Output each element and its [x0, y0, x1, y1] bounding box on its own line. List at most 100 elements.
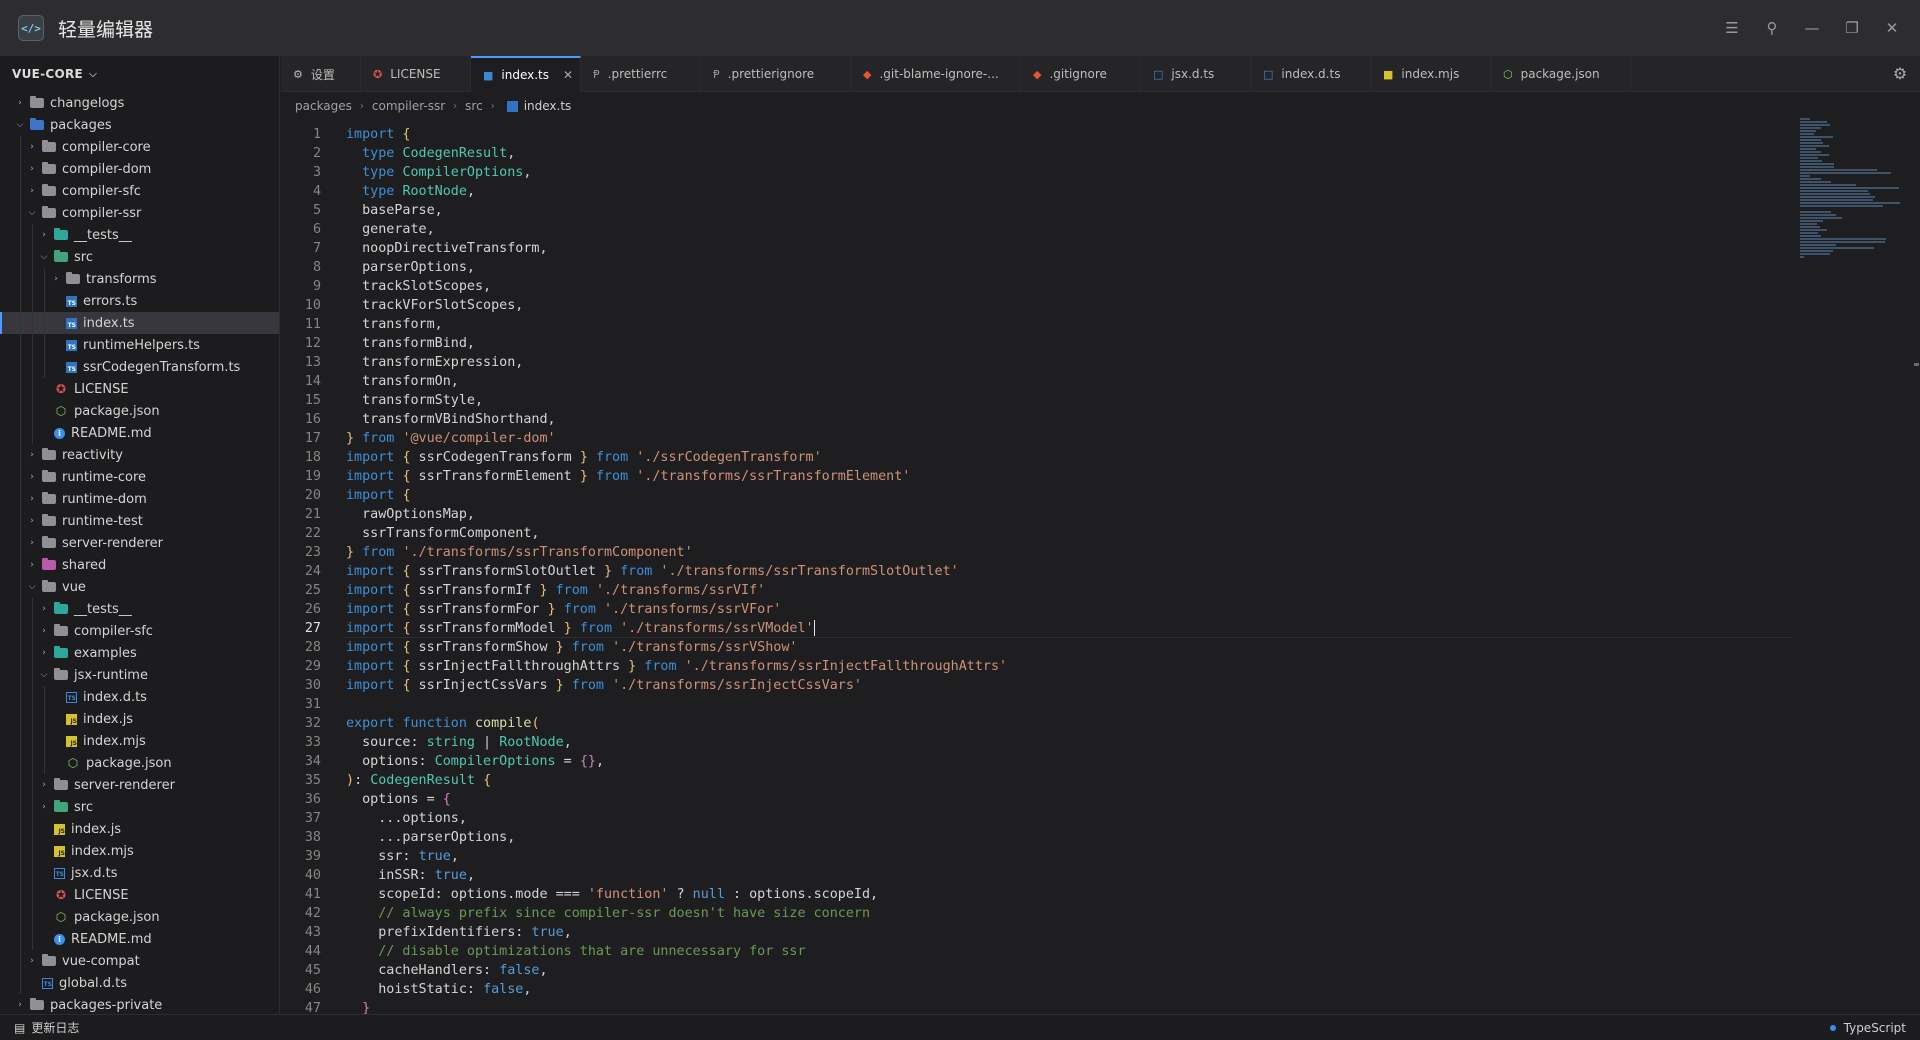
code-line[interactable]: 36 options = { — [281, 790, 1792, 809]
code-line[interactable]: 45 cacheHandlers: false, — [281, 961, 1792, 980]
code-line[interactable]: 27 import { ssrTransformModel } from './t… — [281, 619, 1792, 638]
tree-item[interactable]: › runtime-dom — [0, 488, 279, 510]
tree-item[interactable]: › packages-private — [0, 994, 279, 1014]
editor-tab[interactable]: ✪ LICENSE — [361, 56, 471, 92]
chevron-right-icon[interactable]: › — [26, 186, 38, 196]
editor-tab[interactable]: ■ index.ts ✕ — [471, 56, 581, 92]
code-line[interactable]: 12 transformBind, — [281, 334, 1792, 353]
tree-item[interactable]: TS errors.ts — [0, 290, 279, 312]
tree-item[interactable]: ⬡ package.json — [0, 752, 279, 774]
vertical-scrollbar[interactable] — [1912, 118, 1920, 1014]
chevron-down-icon[interactable]: ⌵ — [14, 120, 26, 130]
code-line[interactable]: 47 } — [281, 999, 1792, 1014]
code-line[interactable]: 30 import { ssrInjectCssVars } from './tr… — [281, 676, 1792, 695]
code-line[interactable]: 26 import { ssrTransformFor } from './tra… — [281, 600, 1792, 619]
tree-item[interactable]: ⬡ package.json — [0, 906, 279, 928]
editor-tab[interactable]: Ᵽ .prettierignore — [701, 56, 851, 92]
tree-item[interactable]: › __tests__ — [0, 224, 279, 246]
code-line[interactable]: 39 ssr: true, — [281, 847, 1792, 866]
code-line[interactable]: 25 import { ssrTransformIf } from './tran… — [281, 581, 1792, 600]
code-line[interactable]: 21 rawOptionsMap, — [281, 505, 1792, 524]
code-line[interactable]: 23} from './transforms/ssrTransformCompo… — [281, 543, 1792, 562]
language-mode[interactable]: TypeScript — [1829, 1021, 1906, 1035]
chevron-right-icon[interactable]: › — [38, 648, 50, 658]
tree-item[interactable]: ⌵ jsx-runtime — [0, 664, 279, 686]
breadcrumb-item[interactable]: src — [465, 99, 483, 113]
code-line[interactable]: 33 source: string | RootNode, — [281, 733, 1792, 752]
chevron-right-icon[interactable]: › — [38, 604, 50, 614]
code-line[interactable]: 9 trackSlotScopes, — [281, 277, 1792, 296]
code-line[interactable]: 2 type CodegenResult, — [281, 144, 1792, 163]
code-line[interactable]: 19 import { ssrTransformElement } from '.… — [281, 467, 1792, 486]
code-line[interactable]: 14 transformOn, — [281, 372, 1792, 391]
code-line[interactable]: 1 import { — [281, 125, 1792, 144]
code-line[interactable]: 6 generate, — [281, 220, 1792, 239]
code-line[interactable]: 22 ssrTransformComponent, — [281, 524, 1792, 543]
chevron-down-icon[interactable]: ⌵ — [26, 208, 38, 218]
close-icon[interactable]: ✕ — [1872, 8, 1912, 48]
tree-item[interactable]: › compiler-sfc — [0, 620, 279, 642]
tree-item[interactable]: TS global.d.ts — [0, 972, 279, 994]
code-line[interactable]: 24 import { ssrTransformSlotOutlet } from… — [281, 562, 1792, 581]
tree-item[interactable]: TS runtimeHelpers.ts — [0, 334, 279, 356]
code-line[interactable]: 7 noopDirectiveTransform, — [281, 239, 1792, 258]
code-line[interactable]: 20 import { — [281, 486, 1792, 505]
code-line[interactable]: 32 export function compile( — [281, 714, 1792, 733]
code-line[interactable]: 3 type CompilerOptions, — [281, 163, 1792, 182]
tree-item[interactable]: › examples — [0, 642, 279, 664]
tree-item[interactable]: › runtime-test — [0, 510, 279, 532]
scrollbar-thumb[interactable] — [1914, 363, 1919, 366]
changelog-button[interactable]: ▤ 更新日志 — [14, 1019, 79, 1036]
chevron-right-icon[interactable]: › — [26, 538, 38, 548]
tree-item[interactable]: ⌵ src — [0, 246, 279, 268]
pin-icon[interactable]: ⚲ — [1752, 8, 1792, 48]
tree-item[interactable]: › changelogs — [0, 92, 279, 114]
code-line[interactable]: 35): CodegenResult { — [281, 771, 1792, 790]
tab-close-icon[interactable]: ✕ — [563, 68, 573, 82]
tree-item[interactable]: i README.md — [0, 928, 279, 950]
minimap[interactable] — [1800, 118, 1910, 318]
chevron-right-icon[interactable]: › — [26, 516, 38, 526]
tree-item[interactable]: ⌵ packages — [0, 114, 279, 136]
tree-item[interactable]: › __tests__ — [0, 598, 279, 620]
tree-item[interactable]: › runtime-core — [0, 466, 279, 488]
tree-item[interactable]: › transforms — [0, 268, 279, 290]
code-line[interactable]: 38 ...parserOptions, — [281, 828, 1792, 847]
chevron-down-icon[interactable]: ⌵ — [38, 670, 50, 680]
code-line[interactable]: 8 parserOptions, — [281, 258, 1792, 277]
code-editor[interactable]: 1 import {2 type CodegenResult, 3 type Com… — [281, 125, 1792, 1014]
tree-item[interactable]: ⬡ package.json — [0, 400, 279, 422]
editor-tab[interactable]: ■ index.mjs — [1371, 56, 1491, 92]
breadcrumb-current-file[interactable]: index.ts — [503, 99, 571, 113]
code-line[interactable]: 37 ...options, — [281, 809, 1792, 828]
breadcrumb-item[interactable]: packages — [295, 99, 352, 113]
code-line[interactable]: 17} from '@vue/compiler-dom' — [281, 429, 1792, 448]
tree-item[interactable]: TS ssrCodegenTransform.ts — [0, 356, 279, 378]
tree-item[interactable]: › vue-compat — [0, 950, 279, 972]
tree-item[interactable]: i README.md — [0, 422, 279, 444]
tree-item[interactable]: JS index.js — [0, 708, 279, 730]
code-line[interactable]: 18 import { ssrCodegenTransform } from '.… — [281, 448, 1792, 467]
menu-icon[interactable]: ☰ — [1712, 8, 1752, 48]
tree-item[interactable]: › compiler-sfc — [0, 180, 279, 202]
chevron-right-icon[interactable]: › — [26, 164, 38, 174]
restore-icon[interactable]: ❐ — [1832, 8, 1872, 48]
code-line[interactable]: 46 hoistStatic: false, — [281, 980, 1792, 999]
chevron-down-icon[interactable]: ⌵ — [38, 252, 50, 262]
code-line[interactable]: 4 type RootNode, — [281, 182, 1792, 201]
code-line[interactable]: 42 // always prefix since compiler-ssr d… — [281, 904, 1792, 923]
editor-tab[interactable]: ◆ .gitignore — [1021, 56, 1141, 92]
code-line[interactable]: 41 scopeId: options.mode === 'function' … — [281, 885, 1792, 904]
tree-item[interactable]: › server-renderer — [0, 532, 279, 554]
code-line[interactable]: 28 import { ssrTransformShow } from './tr… — [281, 638, 1792, 657]
chevron-right-icon[interactable]: › — [26, 142, 38, 152]
tree-item[interactable]: JS index.mjs — [0, 730, 279, 752]
editor-settings-gear-icon[interactable]: ⚙ — [1880, 56, 1920, 91]
editor-tab[interactable]: Ᵽ .prettierrc — [581, 56, 701, 92]
editor-tab[interactable]: ⚙ 设置 — [281, 56, 361, 92]
chevron-right-icon[interactable]: › — [14, 1000, 26, 1010]
chevron-right-icon[interactable]: › — [50, 274, 62, 284]
tree-item[interactable]: › compiler-dom — [0, 158, 279, 180]
editor-tab[interactable]: □ index.d.ts — [1251, 56, 1371, 92]
code-line[interactable]: 13 transformExpression, — [281, 353, 1792, 372]
